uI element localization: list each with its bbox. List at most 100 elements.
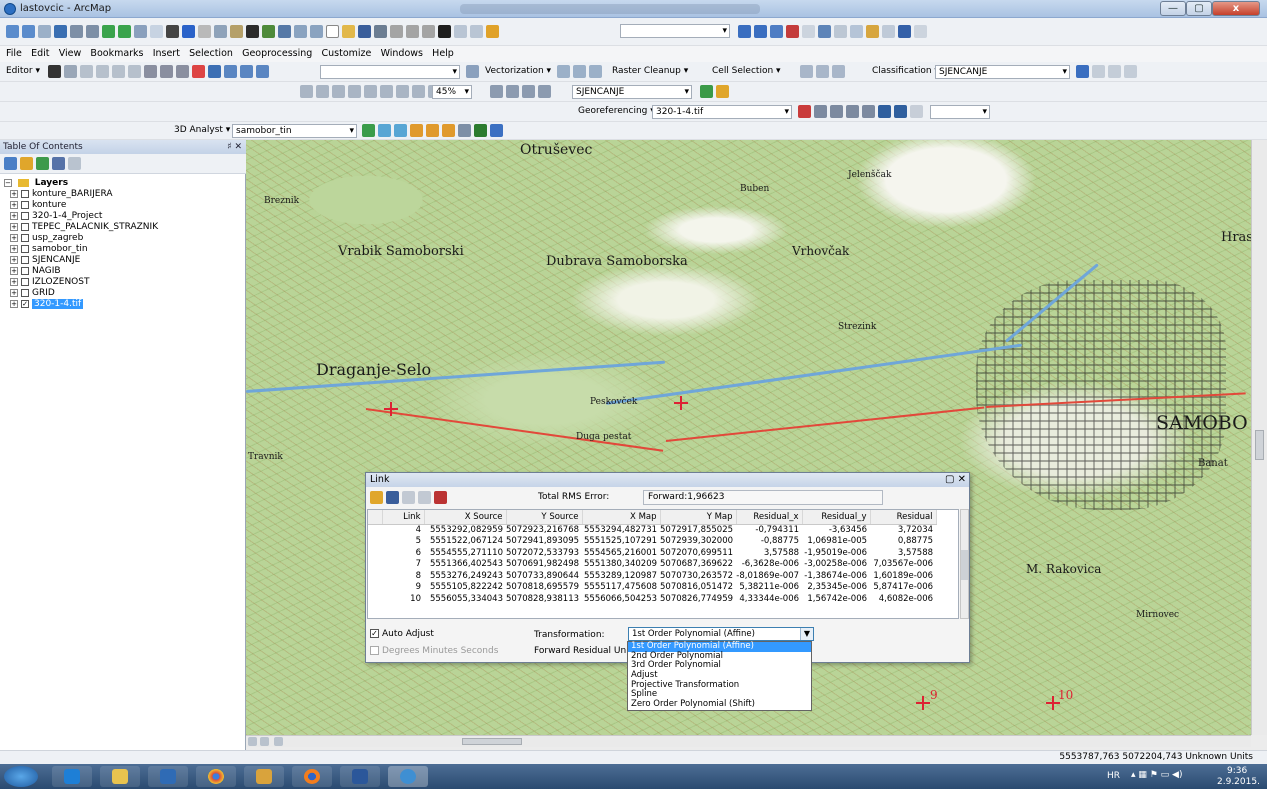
layer-visibility-checkbox[interactable] (21, 211, 29, 220)
classification-layer-dropdown[interactable]: SJENCANJE (935, 65, 1070, 79)
table-of-contents-icon[interactable] (754, 25, 767, 38)
layer-label[interactable]: NAGIB (32, 266, 61, 276)
sample-manager-icon[interactable] (1124, 65, 1137, 78)
delete-icon[interactable] (438, 25, 451, 38)
link-row[interactable]: 9 5555105,822242 5070818,695579 5555117,475… (368, 582, 936, 594)
raster-cleanup-menu[interactable]: Raster Cleanup ▾ (612, 66, 688, 76)
classify-icon[interactable] (1076, 65, 1089, 78)
select-cells-icon[interactable] (816, 65, 829, 78)
hillshade-icon[interactable] (700, 85, 713, 98)
layout-view-icon[interactable] (260, 737, 269, 746)
back-icon[interactable] (102, 25, 115, 38)
expand-icon[interactable]: + (10, 200, 18, 209)
vectorization-pencil-icon[interactable] (573, 65, 586, 78)
link-row-checkbox-cell[interactable] (368, 582, 382, 594)
expand-icon[interactable]: + (10, 277, 18, 286)
vectorization-brush-icon[interactable] (589, 65, 602, 78)
measure-tool-icon[interactable] (882, 25, 895, 38)
taskbar-firefox[interactable] (292, 766, 332, 787)
taskbar-ie[interactable] (52, 766, 92, 787)
taskbar-app[interactable] (244, 766, 284, 787)
clear-selection-icon[interactable] (150, 25, 163, 38)
link-row-checkbox-cell[interactable] (368, 593, 382, 605)
arcscene-icon[interactable] (474, 124, 487, 137)
taskbar-app[interactable] (148, 766, 188, 787)
end-point-arc-icon[interactable] (96, 65, 109, 78)
rotate-icon[interactable] (208, 65, 221, 78)
classification-menu[interactable]: Classification ▾ (872, 66, 939, 76)
expand-icon[interactable]: + (10, 255, 18, 264)
undo-icon[interactable] (454, 25, 467, 38)
flicker-icon[interactable] (364, 85, 377, 98)
paste-icon[interactable] (422, 25, 435, 38)
layer-item[interactable]: + samobor_tin (4, 244, 244, 255)
search-window-icon[interactable] (786, 25, 799, 38)
raster-compare-icon[interactable] (506, 85, 519, 98)
arcglobe-icon[interactable] (490, 124, 503, 137)
expand-icon[interactable]: + (10, 299, 18, 308)
link-row-checkbox-cell[interactable] (368, 547, 382, 559)
link-row-checkbox-cell[interactable] (368, 559, 382, 571)
edit-tool-icon[interactable] (48, 65, 61, 78)
select-features-icon[interactable] (134, 25, 147, 38)
create-features-icon[interactable] (256, 65, 269, 78)
expand-icon[interactable]: + (10, 222, 18, 231)
transformation-select[interactable]: 1st Order Polynomial (Affine) ▼ (628, 627, 814, 641)
trace-icon[interactable] (112, 65, 125, 78)
copy-icon[interactable] (406, 25, 419, 38)
display-icon[interactable] (412, 85, 425, 98)
attributes-icon[interactable] (224, 65, 237, 78)
viewer-icon[interactable] (310, 25, 323, 38)
link-row[interactable]: 7 5551366,402543 5070691,982498 5551380,340… (368, 559, 936, 571)
layer-visibility-checkbox[interactable] (21, 277, 29, 286)
list-by-source-icon[interactable] (20, 157, 33, 170)
list-by-visibility-icon[interactable] (36, 157, 49, 170)
split-icon[interactable] (192, 65, 205, 78)
save-icon[interactable] (358, 25, 371, 38)
select-link-icon[interactable] (862, 105, 875, 118)
edit-vertex-icon[interactable] (866, 25, 879, 38)
layer-visibility-checkbox[interactable] (21, 233, 29, 242)
expand-icon[interactable]: + (10, 211, 18, 220)
column-header[interactable]: Residual_y (802, 510, 871, 525)
raster-resolution-icon[interactable] (490, 85, 503, 98)
fixed-zoom-out-icon[interactable] (86, 25, 99, 38)
layer-visibility-checkbox[interactable] (21, 222, 29, 231)
python-icon[interactable] (818, 25, 831, 38)
pan-icon[interactable] (38, 25, 51, 38)
menu-view[interactable]: View (59, 46, 82, 62)
shift-raster-icon[interactable] (830, 105, 843, 118)
rotate-raster-icon[interactable] (814, 105, 827, 118)
taskbar-explorer[interactable] (100, 766, 140, 787)
cell-selection-menu[interactable]: Cell Selection ▾ (712, 66, 781, 76)
collapse-icon[interactable]: − (4, 178, 12, 187)
cut-polygons-icon[interactable] (176, 65, 189, 78)
layer-visibility-checkbox[interactable] (21, 288, 29, 297)
layer-label[interactable]: IZLOZENOST (32, 277, 89, 287)
menu-selection[interactable]: Selection (189, 46, 233, 62)
layer-label[interactable]: samobor_tin (32, 244, 88, 254)
layer-item[interactable]: +320-1-4_Project (4, 211, 244, 222)
raster-properties-icon[interactable] (538, 85, 551, 98)
find-route-icon[interactable] (262, 25, 275, 38)
profile-graph-icon[interactable] (458, 124, 471, 137)
contour-icon[interactable] (362, 124, 375, 137)
link-row[interactable]: 4 5553292,082959 5072923,216768 5553294,482… (368, 524, 936, 536)
menu-insert[interactable]: Insert (153, 46, 180, 62)
transparency-percent-dropdown[interactable]: 45% (432, 85, 472, 99)
identify-icon[interactable] (182, 25, 195, 38)
list-by-drawing-order-icon[interactable] (4, 157, 17, 170)
minimize-button[interactable]: — (1160, 1, 1186, 16)
add-control-points-icon[interactable] (798, 105, 811, 118)
data-view-icon[interactable] (248, 737, 257, 746)
zoom-out-icon[interactable] (22, 25, 35, 38)
column-header[interactable]: Y Map (660, 510, 737, 525)
editor-toolbar-icon[interactable] (738, 25, 751, 38)
georef-input-field[interactable] (930, 105, 990, 119)
toc-options-icon[interactable] (68, 157, 81, 170)
control-point-marker[interactable] (674, 396, 688, 410)
expand-icon[interactable]: + (10, 266, 18, 275)
layer-label[interactable]: usp_zagreb (32, 233, 83, 243)
link-row-checkbox-cell[interactable] (368, 570, 382, 582)
layer-label[interactable]: 320-1-4_Project (32, 211, 102, 221)
